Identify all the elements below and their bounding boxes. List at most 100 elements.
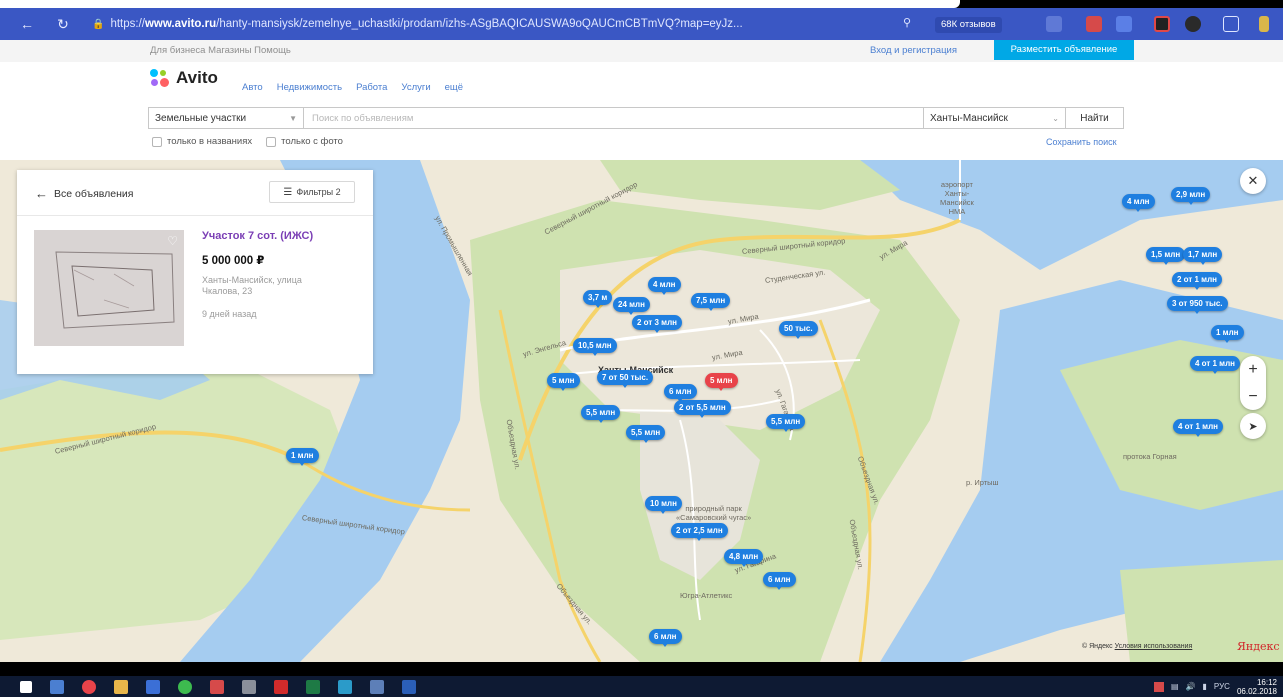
clock[interactable]: 16:12 06.02.2018 xyxy=(1237,678,1277,696)
price-pin[interactable]: 24 млн xyxy=(613,297,650,315)
extension-translate-icon[interactable] xyxy=(1116,16,1132,32)
filters-button[interactable]: ☰ Фильтры 2 xyxy=(269,181,355,203)
nav-services[interactable]: Услуги xyxy=(401,82,430,93)
start-icon[interactable] xyxy=(20,680,32,693)
price-pin[interactable]: 7,5 млн xyxy=(691,293,731,311)
window-top-strip xyxy=(0,0,1283,8)
network-icon[interactable]: ▤ xyxy=(1171,682,1179,691)
url-domain: www.avito.ru xyxy=(144,18,217,30)
price-pin[interactable]: 50 тыс. xyxy=(779,321,818,339)
price-pin[interactable]: 3 от 950 тыс. xyxy=(1167,296,1228,314)
terms-link[interactable]: Условия использования xyxy=(1115,643,1193,650)
post-ad-button[interactable]: Разместить объявление xyxy=(994,40,1134,60)
close-icon: ✕ xyxy=(1247,173,1259,188)
price-pin[interactable]: 2 от 5,5 млн xyxy=(674,400,731,418)
place-label: аэропорт Ханты- Мансийск HMA xyxy=(940,180,974,216)
task-view-icon[interactable] xyxy=(50,679,64,694)
reload-icon[interactable]: ↻ xyxy=(50,11,76,37)
price-pin[interactable]: 4 млн xyxy=(648,277,681,295)
price-pin[interactable]: 10,5 млн xyxy=(573,338,617,356)
price-pin[interactable]: 2 от 1 млн xyxy=(1172,272,1223,290)
price-pin[interactable]: 5,5 млн xyxy=(766,414,806,432)
price-pin[interactable]: 2,9 млн xyxy=(1171,187,1211,205)
acrobat-icon[interactable] xyxy=(274,679,288,694)
nav-auto[interactable]: Авто xyxy=(242,82,263,93)
price-pin[interactable]: 6 млн xyxy=(649,629,682,647)
back-to-all-link[interactable]: ← Все объявления xyxy=(35,186,133,201)
titles-only-checkbox[interactable]: только в названиях xyxy=(152,136,252,147)
price-pin[interactable]: 6 млн xyxy=(763,572,796,590)
app-blue-icon[interactable] xyxy=(146,679,160,694)
price-pin[interactable]: 5 млн xyxy=(705,373,738,391)
system-tray: ▤ 🔊 ▮ РУС 16:12 06.02.2018 xyxy=(1153,676,1277,697)
photo-only-checkbox[interactable]: только с фото xyxy=(266,136,343,147)
price-pin[interactable]: 1,7 млн xyxy=(1183,247,1223,265)
listing-photo[interactable]: ♡ xyxy=(34,230,184,346)
language-indicator[interactable]: РУС xyxy=(1214,682,1230,691)
search-row: Земельные участки ▼ Поиск по объявлениям … xyxy=(148,107,1124,129)
nav-more[interactable]: ещё xyxy=(445,82,463,93)
zoom-out-button[interactable]: − xyxy=(1240,383,1266,410)
price-pin[interactable]: 2 от 2,5 млн xyxy=(671,523,728,541)
word-icon[interactable] xyxy=(402,679,416,694)
search-icon[interactable]: ⚲ xyxy=(903,16,919,32)
close-map-button[interactable]: ✕ xyxy=(1240,168,1266,194)
price-pin[interactable]: 4 млн xyxy=(1122,194,1155,212)
excel-icon[interactable] xyxy=(306,679,320,694)
price-pin[interactable]: 10 млн xyxy=(645,496,682,514)
price-pin[interactable]: 1 млн xyxy=(286,448,319,466)
map-area[interactable]: Северный широтный коридор Северный широтн… xyxy=(0,160,1283,662)
url-path: /hanty-mansiysk/zemelnye_uchastki/prodam… xyxy=(216,18,743,30)
price-pin[interactable]: 1 млн xyxy=(1211,325,1244,343)
yandex-browser-icon[interactable] xyxy=(82,679,96,694)
app-red-icon[interactable] xyxy=(210,679,224,694)
search-input[interactable]: Поиск по объявлениям xyxy=(304,107,924,129)
extension-share-icon[interactable] xyxy=(1223,16,1239,32)
tray-app-icon[interactable] xyxy=(1153,681,1164,692)
login-link[interactable]: Вход и регистрация xyxy=(870,45,957,56)
extension-globe-icon[interactable] xyxy=(1185,16,1201,32)
back-arrow-icon[interactable]: ← xyxy=(14,11,40,37)
category-select[interactable]: Земельные участки ▼ xyxy=(148,107,304,129)
price-pin[interactable]: 6 млн xyxy=(664,384,697,402)
price-pin[interactable]: 5,5 млн xyxy=(581,405,621,423)
city-select[interactable]: Ханты-Мансийск ⌄ xyxy=(924,107,1066,129)
price-pin[interactable]: 2 от 3 млн xyxy=(632,315,683,333)
price-pin[interactable]: 5 млн xyxy=(547,373,580,391)
extension-badge-icon[interactable] xyxy=(1154,16,1170,32)
explorer-icon[interactable] xyxy=(114,679,128,694)
price-pin[interactable]: 4,8 млн xyxy=(724,549,764,567)
zoom-in-button[interactable]: + xyxy=(1240,356,1266,383)
bookmark-icon[interactable] xyxy=(1046,16,1062,32)
listing-price: 5 000 000 ₽ xyxy=(202,255,265,267)
download-icon[interactable] xyxy=(1259,16,1269,32)
nav-jobs[interactable]: Работа xyxy=(356,82,387,93)
app-cyan-icon[interactable] xyxy=(338,679,352,694)
price-pin[interactable]: 4 от 1 млн xyxy=(1173,419,1224,437)
price-pin[interactable]: 5,5 млн xyxy=(626,425,666,443)
nav-realty[interactable]: Недвижимость xyxy=(277,82,342,93)
price-pin[interactable]: 7 от 50 тыс. xyxy=(597,370,654,388)
price-pin[interactable]: 3,7 м xyxy=(583,290,613,308)
app-photo-icon[interactable] xyxy=(370,679,384,694)
avito-header: Для бизнеса Магазины Помощь Вход и регис… xyxy=(0,40,1283,160)
url-prefix: https:// xyxy=(110,18,145,30)
address-bar[interactable]: 🔒 https://www.avito.ru/hanty-mansiysk/ze… xyxy=(92,13,852,35)
find-button[interactable]: Найти xyxy=(1066,107,1124,129)
whatsapp-icon[interactable] xyxy=(178,679,192,694)
favorite-heart-icon[interactable]: ♡ xyxy=(167,234,178,248)
price-pin[interactable]: 1,5 млн xyxy=(1146,247,1186,265)
price-pin[interactable]: 4 от 1 млн xyxy=(1190,356,1241,374)
save-search-link[interactable]: Сохранить поиск xyxy=(1046,137,1117,147)
yandex-logo[interactable]: Яндекс xyxy=(1237,640,1280,653)
top-links[interactable]: Для бизнеса Магазины Помощь xyxy=(150,45,291,56)
geolocation-button[interactable]: ➤ xyxy=(1240,413,1266,439)
reviews-badge[interactable]: 68К отзывов xyxy=(935,17,1002,33)
extension-abp-icon[interactable] xyxy=(1086,16,1102,32)
avito-logo[interactable]: Avito xyxy=(150,68,218,88)
volume-icon[interactable]: 🔊 xyxy=(1186,682,1196,691)
app-gray-icon[interactable] xyxy=(242,679,256,694)
listing-title[interactable]: Участок 7 сот. (ИЖС) xyxy=(202,230,313,242)
plot-sketch xyxy=(34,230,184,346)
battery-icon[interactable]: ▮ xyxy=(1203,682,1207,691)
